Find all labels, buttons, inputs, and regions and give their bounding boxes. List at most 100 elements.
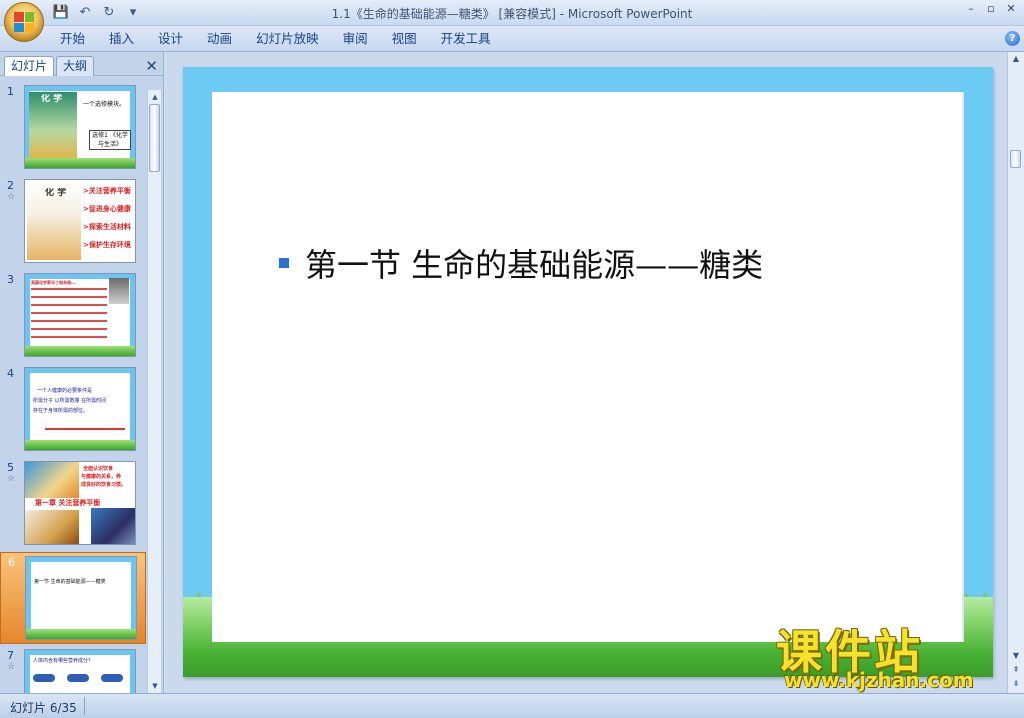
thumb-text: 第一章 关注营养平衡 [35,499,101,507]
tab-home[interactable]: 开始 [48,30,97,48]
bread-photo [25,510,79,544]
slide-thumbnail-7[interactable]: 7 ☆ 人体内含有哪些营养成分？ [0,646,146,693]
window-title: 1.1《生命的基础能源—糖类》 [兼容模式] - Microsoft Power… [331,7,693,21]
scroll-down-icon[interactable]: ▼ [1008,649,1024,663]
slide-editor: 第一节 生命的基础能源——糖类 ▲ ▼ ⇞ ⇟ [166,52,1024,693]
grapes-photo [91,508,135,544]
slide-number: 2 [7,179,14,192]
slide-thumbnail-3[interactable]: 3 英国化学家马丁和辛格... [0,270,146,362]
previous-slide-icon[interactable]: ⇞ [1008,663,1024,677]
thumb-text: >探索生活材料 [83,223,131,231]
food-photo [25,462,79,498]
slide-number: 7 [7,649,14,662]
slide-thumbnail-2[interactable]: 2 ☆ 化 学 >关注营养平衡 >促进身心健康 >探索生活材料 >保护生存环境 [0,176,146,268]
scroll-thumb[interactable] [1010,150,1021,168]
tab-slides[interactable]: 幻灯片 [4,56,55,76]
red-underline [45,428,125,430]
pane-tabs: 幻灯片 大纲 ✕ [0,54,164,76]
thumbnail-frame: 全面认识饮食 与健康的关系，养 成良好的饮食习惯。 第一章 关注营养平衡 [24,461,136,545]
watermark-logo: 课件站 www.kjzhan.com [776,616,1006,696]
current-slide[interactable]: 第一节 生命的基础能源——糖类 [183,67,993,677]
slide-thumbnails: 1 化 学 一个选修模块。 选修1 《化学与生活》 2 ☆ 化 学 >关注营养平… [0,78,146,693]
office-button[interactable] [4,2,44,42]
thumbnail-frame: 英国化学家马丁和辛格... [24,273,136,357]
watermark-url: www.kjzhan.com [784,668,974,692]
thumb-shape [67,674,89,682]
tab-developer[interactable]: 开发工具 [429,30,503,48]
slide-number: 5 [7,461,14,474]
grass-strip [25,346,135,356]
thumb-text: 所需分子 以所需数量 在所需时间 [33,398,107,404]
thumb-text: 化 学 [41,94,63,104]
close-pane-icon[interactable]: ✕ [145,57,158,75]
slide-thumbnail-5[interactable]: 5 ☆ 全面认识饮食 与健康的关系，养 成良好的饮食习惯。 第一章 关注营养平衡 [0,458,146,550]
thumb-text: 化 学 [45,188,67,198]
slide-number: 4 [7,367,14,380]
slide-thumbnail-4[interactable]: 4 一个人健康的必要条件是 所需分子 以所需数量 在所需时间 存在于身体所需的部… [0,364,146,456]
slide-content-area: 第一节 生命的基础能源——糖类 [212,92,964,642]
ribbon: 开始 插入 设计 动画 幻灯片放映 审阅 视图 开发工具 ? [0,26,1024,52]
scroll-up-icon[interactable]: ▲ [1008,52,1024,66]
next-slide-icon[interactable]: ⇟ [1008,677,1024,691]
slide-thumbnail-1[interactable]: 1 化 学 一个选修模块。 选修1 《化学与生活》 [0,82,146,174]
thumb-text: 存在于身体所需的部位。 [33,408,89,414]
slides-pane: 幻灯片 大纲 ✕ 1 化 学 一个选修模块。 选修1 《化学与生活》 2 ☆ 化… [0,52,164,693]
thumbnail-content [31,562,131,630]
animation-star-icon: ☆ [7,662,16,672]
thumbnail-frame: 一个人健康的必要条件是 所需分子 以所需数量 在所需时间 存在于身体所需的部位。 [24,367,136,451]
tab-design[interactable]: 设计 [146,30,195,48]
thumb-text: >保护生存环境 [83,241,131,249]
thumb-text: 一个选修模块。 [83,101,126,108]
thumb-text: 一个人健康的必要条件是 [37,388,93,394]
grass-strip [25,158,135,168]
portrait-photo [109,278,129,304]
red-text-block [31,284,107,344]
slide-counter: 幻灯片 6/35 [10,701,77,715]
thumb-text: 第一节 生命的基础能源——糖类 [34,579,106,585]
thumb-text-box: 选修1 《化学与生活》 [89,130,131,150]
thumb-shape [33,674,55,682]
scroll-up-icon[interactable]: ▲ [148,90,162,104]
thumb-text: 人体内含有哪些营养成分？ [33,658,94,664]
thumb-text: 英国化学家马丁和辛格... [31,280,76,285]
slide-title[interactable]: 第一节 生命的基础能源——糖类 [305,240,763,286]
scroll-down-icon[interactable]: ▼ [148,679,162,693]
thumbnail-frame: 化 学 >关注营养平衡 >促进身心健康 >探索生活材料 >保护生存环境 [24,179,136,263]
slides-pane-scrollbar[interactable]: ▲ ▼ [147,90,161,693]
window-controls: – ▫ ✕ [962,2,1020,18]
tab-insert[interactable]: 插入 [97,30,146,48]
thumbnail-frame: 人体内含有哪些营养成分？ [24,649,136,693]
help-icon[interactable]: ? [1005,31,1020,46]
title-bar: 💾 ↶ ↻ ▾ 1.1《生命的基础能源—糖类》 [兼容模式] - Microso… [0,0,1024,42]
thumb-text: 成良好的饮食习惯。 [81,482,127,488]
thumb-text: >关注营养平衡 [83,187,131,195]
tab-review[interactable]: 审阅 [331,30,380,48]
status-divider [84,697,85,715]
scroll-thumb[interactable] [149,104,160,172]
close-button[interactable]: ✕ [1002,2,1020,18]
grass-strip [26,629,136,639]
status-bar: 幻灯片 6/35 [0,693,1024,718]
bullet-icon [279,258,289,268]
tab-slideshow[interactable]: 幻灯片放映 [244,30,331,48]
minimize-button[interactable]: – [962,2,980,18]
slide-number: 6 [8,556,15,569]
animation-star-icon: ☆ [7,192,16,202]
thumb-text: >促进身心健康 [83,205,131,213]
maximize-button[interactable]: ▫ [982,2,1000,18]
ribbon-tabs: 开始 插入 设计 动画 幻灯片放映 审阅 视图 开发工具 [48,30,503,48]
office-logo-icon [14,12,34,32]
grass-strip [25,440,135,450]
tab-view[interactable]: 视图 [380,30,429,48]
editor-scrollbar[interactable]: ▲ ▼ ⇞ ⇟ [1007,52,1024,693]
thumb-shape [101,674,123,682]
animation-star-icon: ☆ [7,474,16,484]
tab-outline[interactable]: 大纲 [56,56,95,76]
tab-animations[interactable]: 动画 [195,30,244,48]
thumb-text: 选修1 [92,132,108,139]
slide-thumbnail-6[interactable]: 6 第一节 生命的基础能源——糖类 [0,552,146,644]
slide-number: 1 [7,85,14,98]
thumbnail-frame: 化 学 一个选修模块。 选修1 《化学与生活》 [24,85,136,169]
slide-number: 3 [7,273,14,286]
thumbnail-frame: 第一节 生命的基础能源——糖类 [25,556,137,640]
